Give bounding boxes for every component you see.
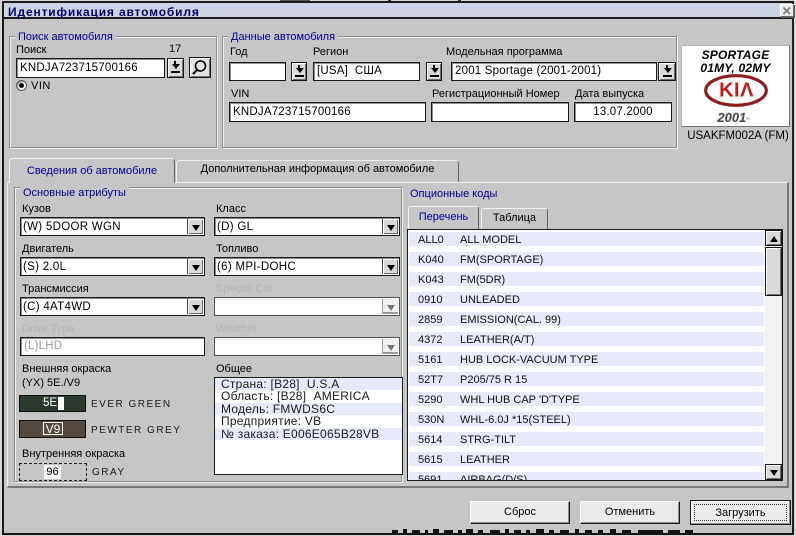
svg-text:KIΛ: KIΛ [719, 80, 754, 102]
